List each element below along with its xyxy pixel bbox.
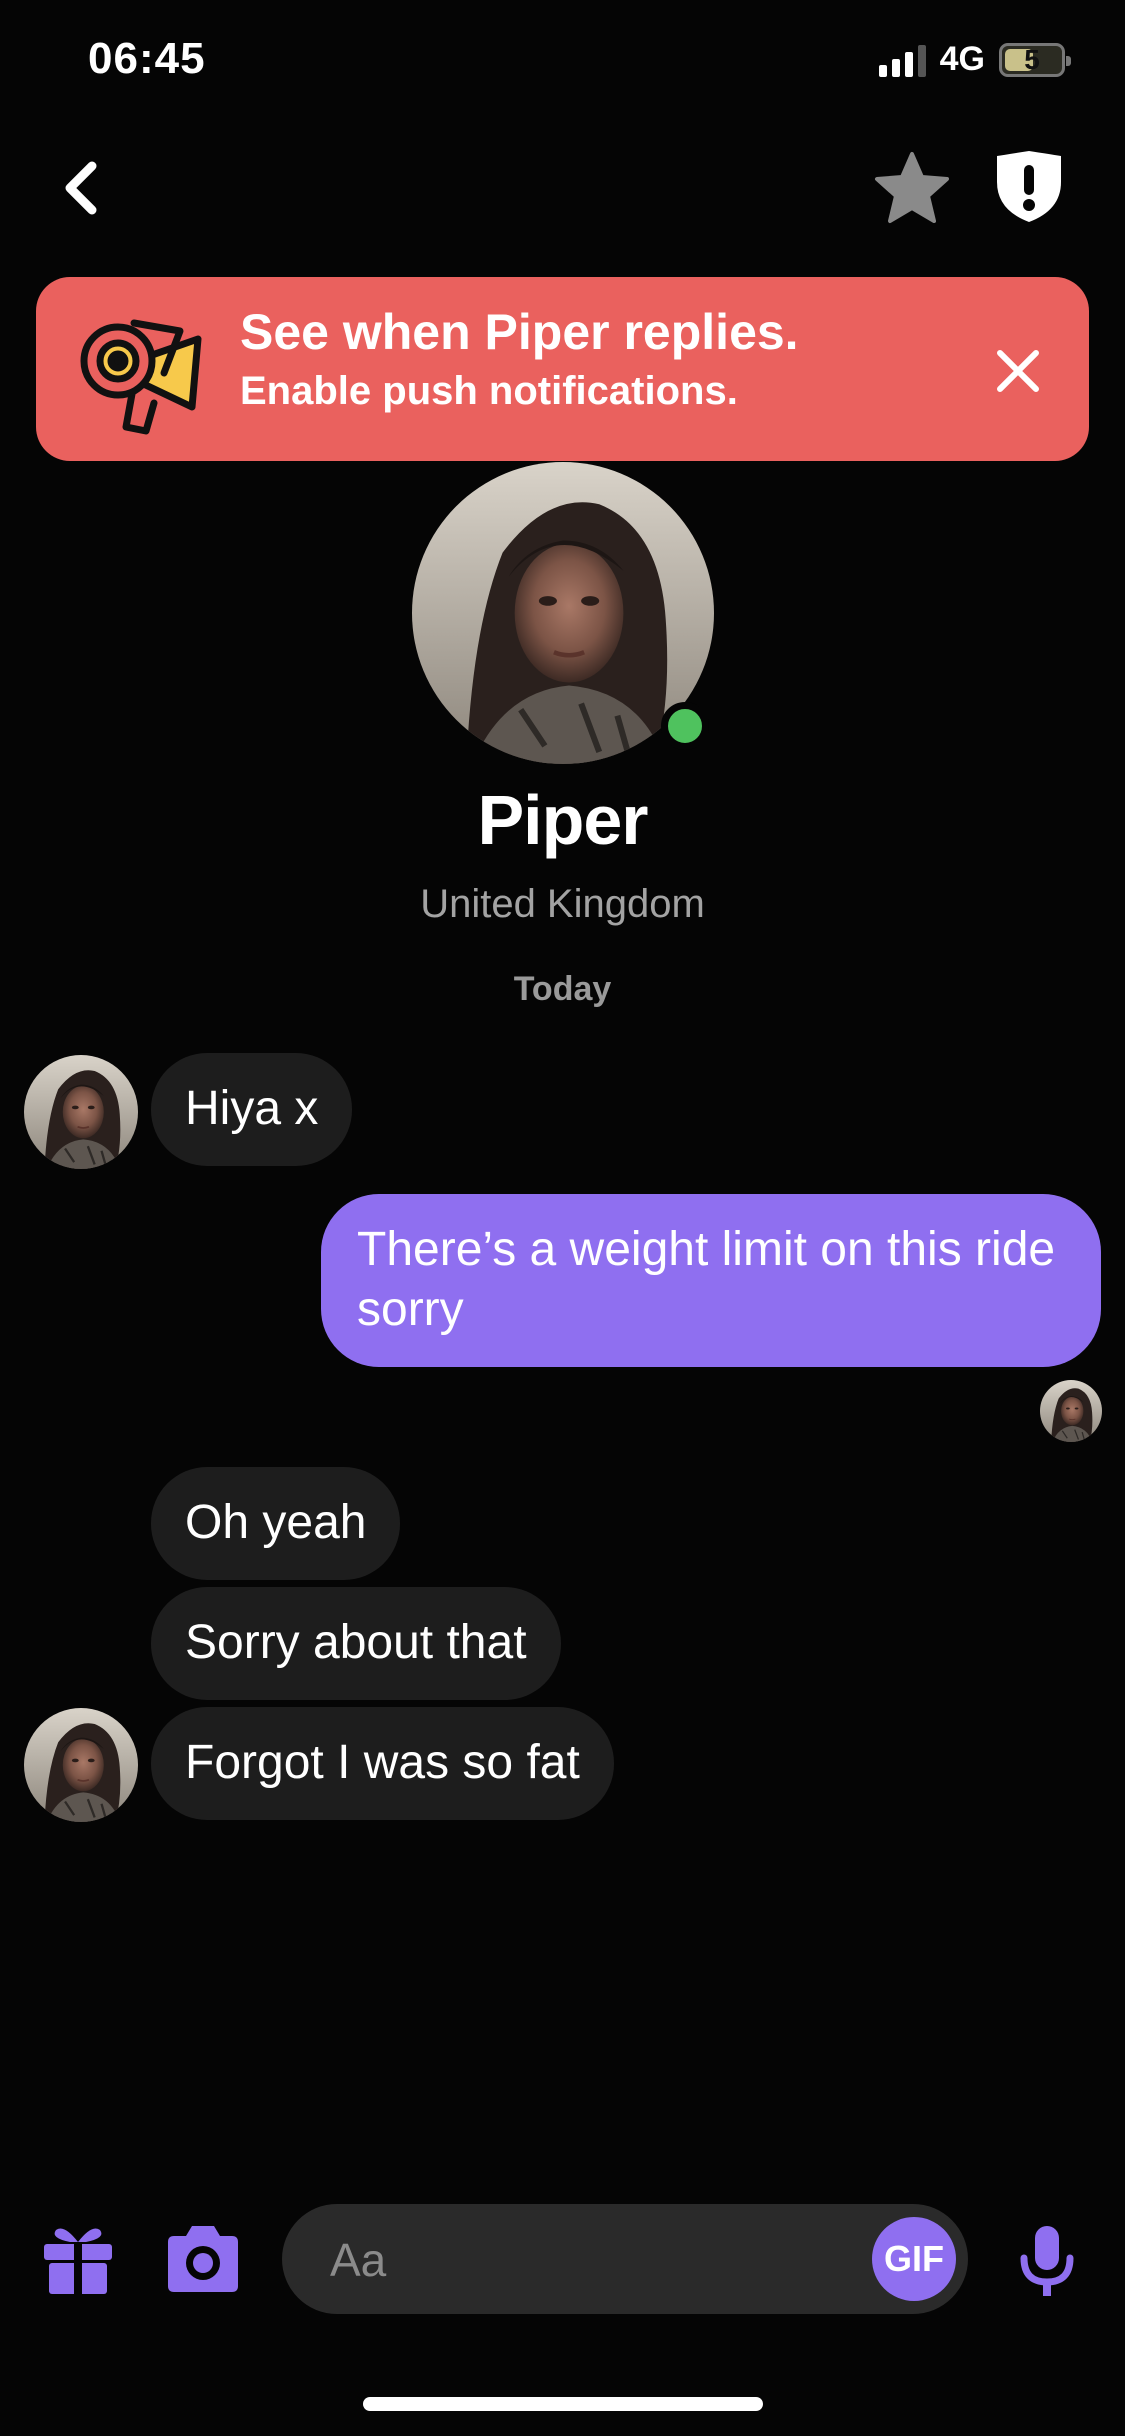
online-status-dot	[661, 702, 709, 750]
report-icon	[997, 151, 1061, 222]
profile-country: United Kingdom	[420, 882, 705, 926]
profile-name[interactable]: Piper	[0, 780, 1125, 860]
battery-icon: 5	[999, 42, 1071, 77]
back-icon	[65, 161, 97, 215]
message-received[interactable]: Oh yeah	[151, 1467, 401, 1580]
camera-button[interactable]	[162, 2220, 244, 2296]
microphone-icon	[1020, 2226, 1074, 2296]
message-received[interactable]: Sorry about that	[151, 1587, 561, 1700]
date-separator: Today	[513, 970, 612, 1008]
sender-avatar[interactable]	[24, 1708, 138, 1822]
message-input[interactable]	[328, 2234, 812, 2286]
close-icon	[997, 350, 1039, 392]
report-button[interactable]	[993, 148, 1065, 224]
camera-icon	[168, 2226, 238, 2292]
star-icon	[875, 152, 949, 223]
sender-avatar[interactable]	[24, 1055, 138, 1169]
banner-subtitle: Enable push notifications.	[240, 369, 738, 413]
gift-button[interactable]	[40, 2220, 116, 2296]
message-received[interactable]: Hiya x	[151, 1053, 353, 1166]
gift-icon	[44, 2228, 112, 2296]
message-composer[interactable]: GIF	[282, 2204, 968, 2314]
banner-title: See when Piper replies.	[240, 304, 799, 360]
gif-button[interactable]: GIF	[872, 2217, 956, 2301]
message-sent[interactable]: There’s a weight limit on this ride sorr…	[321, 1194, 1101, 1367]
status-time: 06:45	[88, 34, 206, 83]
voice-message-button[interactable]	[1016, 2222, 1078, 2300]
read-receipt-avatar	[1040, 1380, 1102, 1442]
network-label: 4G	[939, 40, 985, 78]
battery-level: 5	[1024, 43, 1040, 75]
megaphone-icon	[80, 319, 202, 435]
favorite-button[interactable]	[872, 148, 952, 228]
banner-close-button[interactable]	[994, 347, 1042, 395]
signal-icon	[878, 43, 926, 77]
status-indicators: 4G 5	[878, 40, 1071, 79]
home-indicator[interactable]	[363, 2397, 763, 2411]
message-received[interactable]: Forgot I was so fat	[151, 1707, 614, 1820]
notification-banner[interactable]: See when Piper replies. Enable push noti…	[36, 277, 1089, 461]
back-button[interactable]	[52, 152, 112, 222]
